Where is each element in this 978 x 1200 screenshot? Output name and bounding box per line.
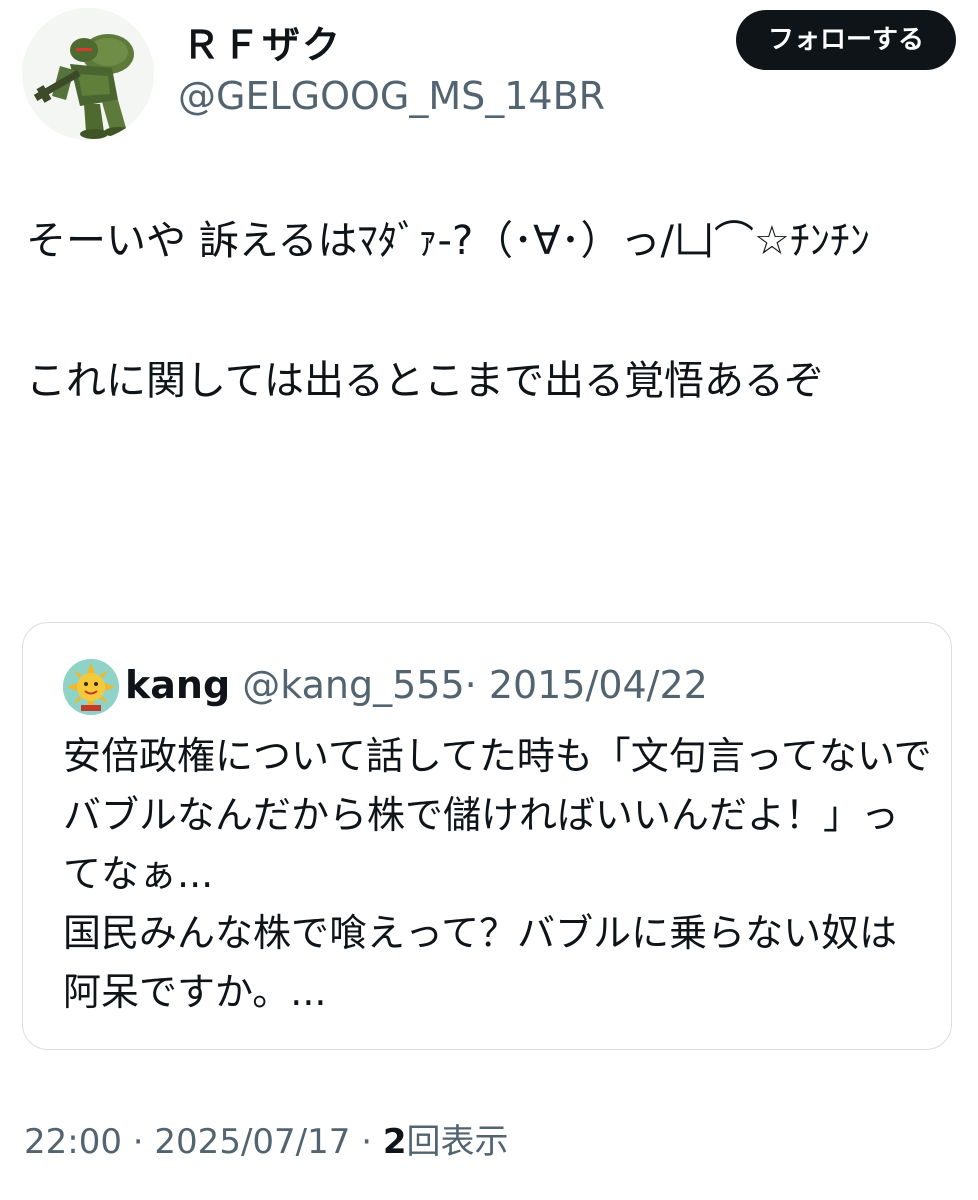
author-display-name[interactable]: ＲＦザク [182,14,342,69]
tweet-header: ＲＦザク @GELGOOG_MS_14BR フォローする [22,0,956,140]
tweet-text: そーいや 訴えるはﾏﾀﾞｧ-?（･∀･）っ/凵⌒☆ﾁﾝﾁﾝ これに関しては出ると… [26,218,870,404]
author-handle[interactable]: @GELGOOG_MS_14BR [178,74,605,118]
quote-date: 2015/04/22 [488,663,708,707]
tweet-meta: 22:00 · 2025/07/17 · 2回表示 [24,1114,509,1163]
quote-header: kang @kang_555· 2015/04/22 [125,663,708,707]
meta-separator-1: · [132,1122,144,1162]
views-label: 回表示 [406,1122,509,1162]
meta-separator-2: · [361,1122,373,1162]
sun-face-avatar-icon [63,659,119,715]
author-avatar[interactable] [22,8,154,140]
quote-author-avatar [63,659,119,715]
tweet-time[interactable]: 22:00 [24,1122,122,1162]
views-count: 2 [382,1122,407,1162]
quote-text: 安倍政権について話してた時も「文句言ってないでバブルなんだから株で儲ければいいん… [63,734,932,1014]
zaku-robot-avatar-icon [22,8,154,140]
tweet-date[interactable]: 2025/07/17 [154,1122,350,1162]
follow-button[interactable]: フォローする [735,10,956,70]
quote-separator: · [464,663,477,707]
quoted-tweet-card[interactable]: kang @kang_555· 2015/04/22 安倍政権について話してた時… [22,622,952,1050]
quote-author-handle: @kang_555 [242,663,465,707]
quote-author-name: kang [125,663,231,707]
